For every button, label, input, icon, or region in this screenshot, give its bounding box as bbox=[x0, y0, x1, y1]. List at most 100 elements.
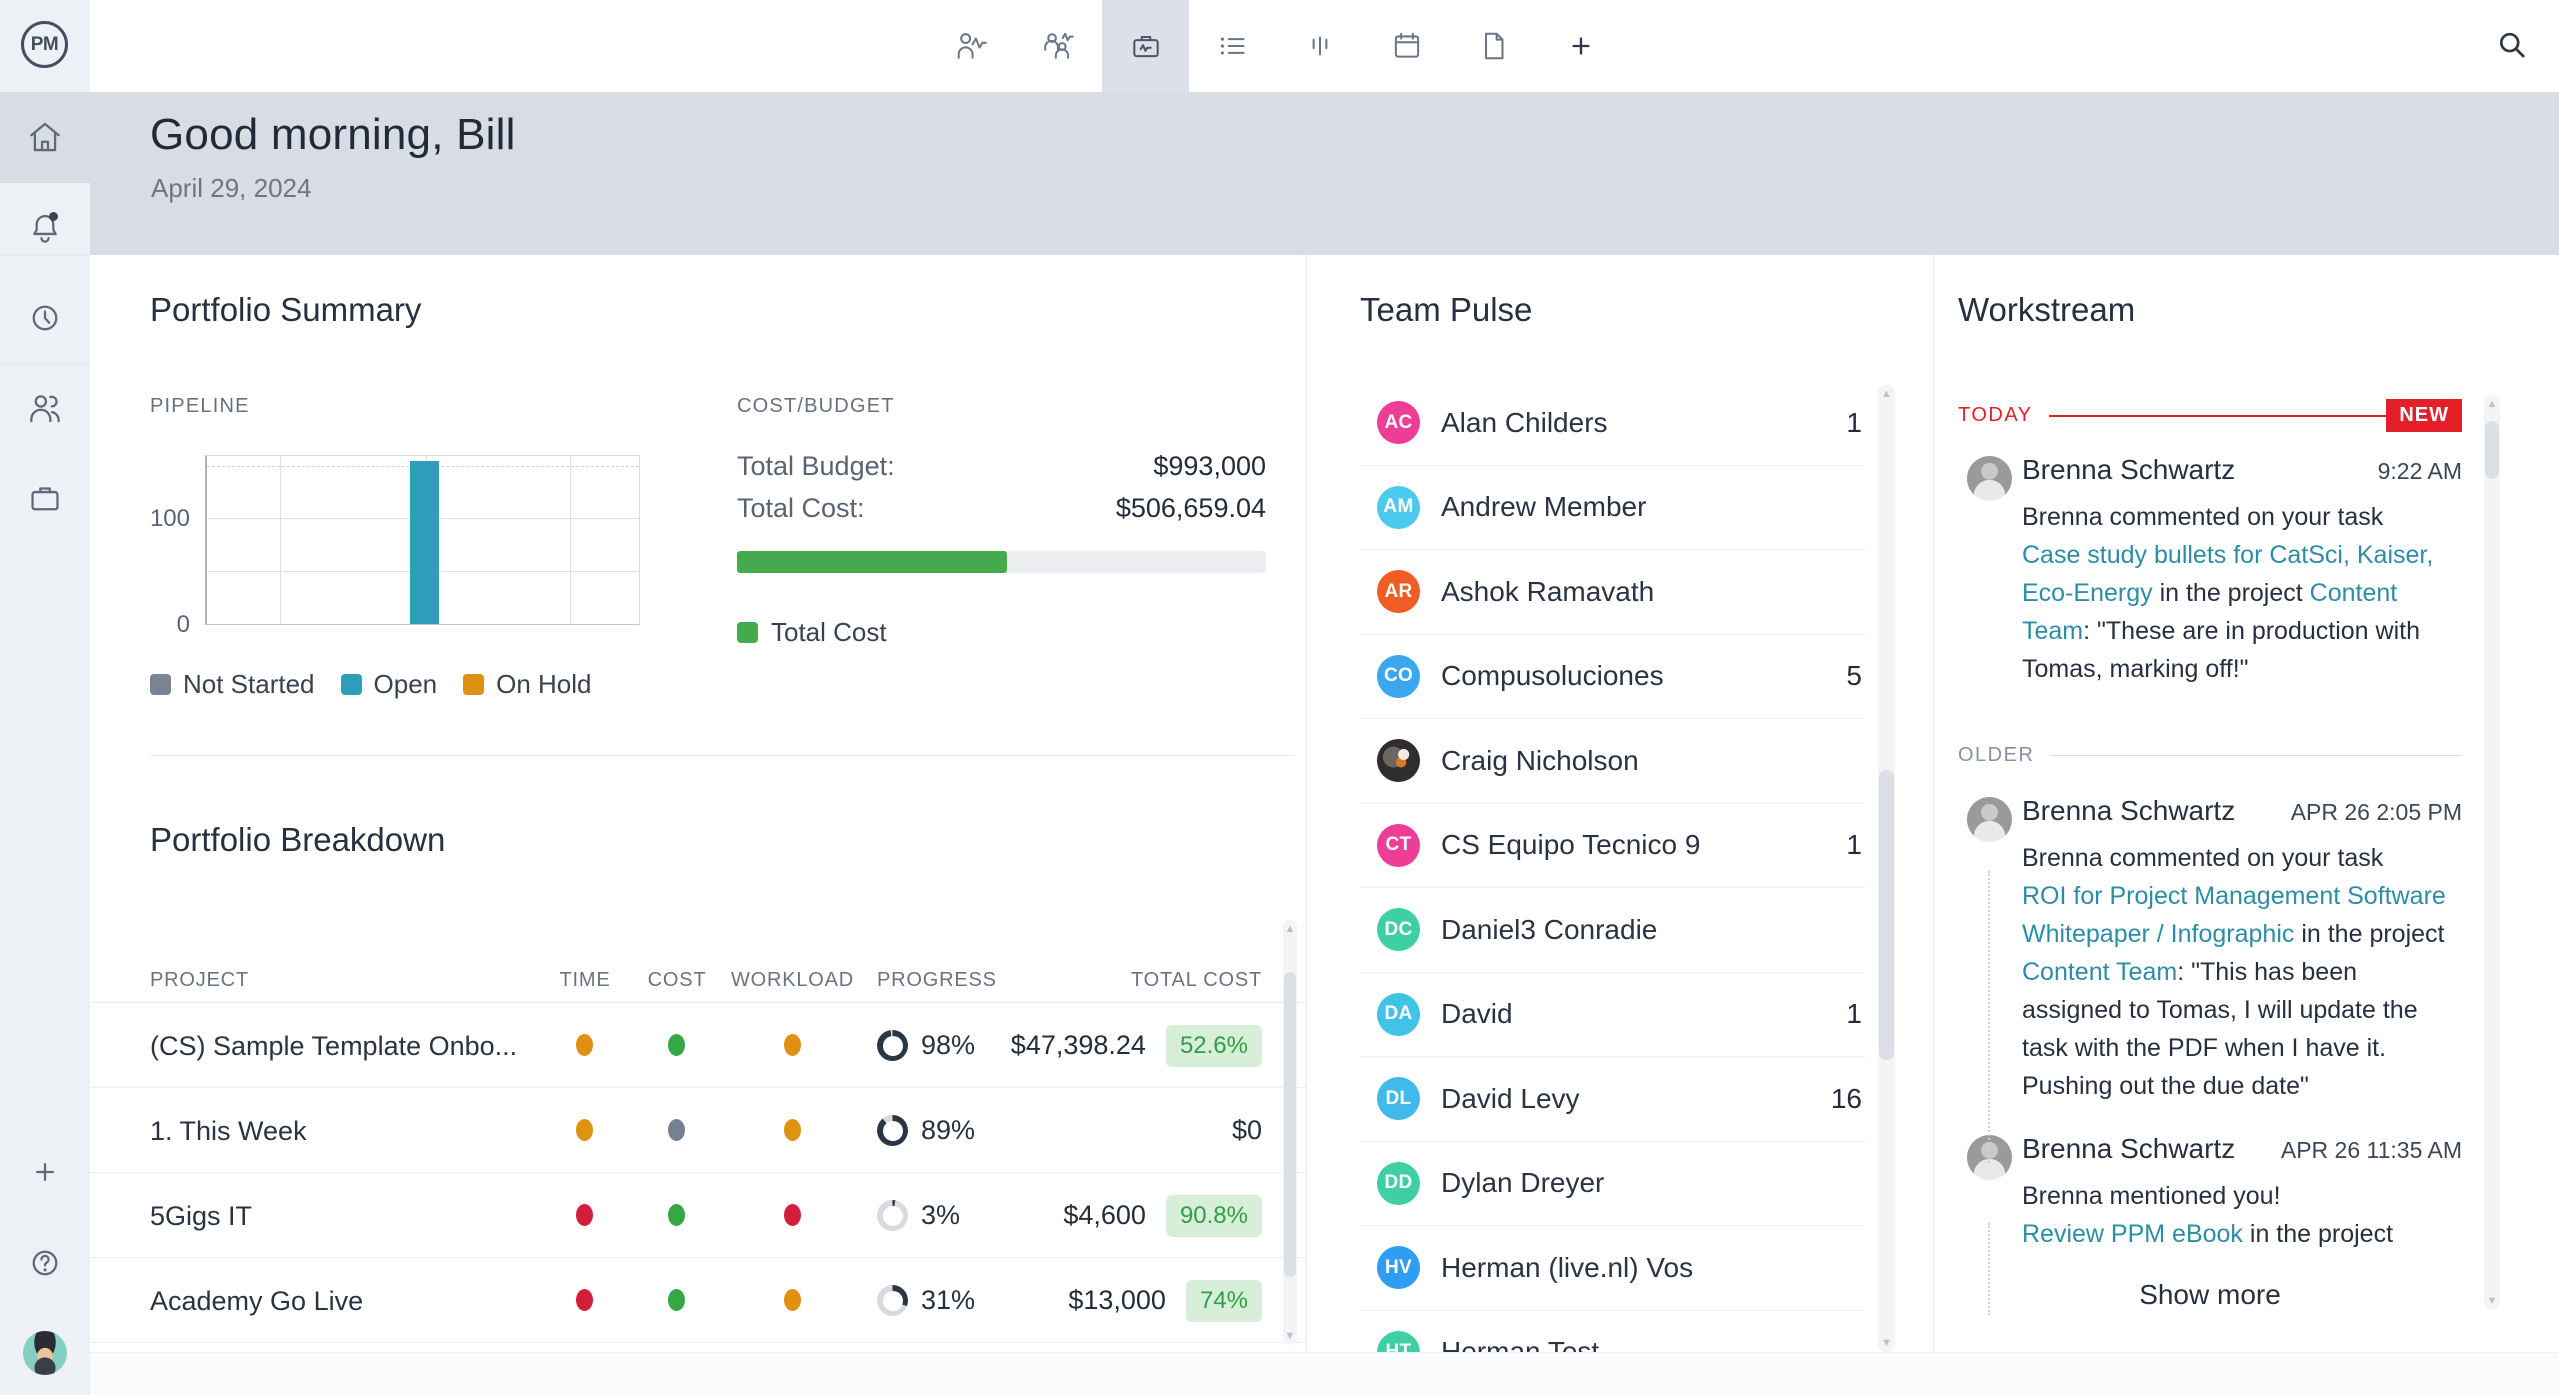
tab-document[interactable] bbox=[1450, 0, 1537, 92]
workstream-entry[interactable]: Brenna Schwartz APR 26 11:35 AM Brenna m… bbox=[1958, 1133, 2462, 1253]
pipeline-chart bbox=[205, 455, 640, 625]
main-content: Portfolio Summary PIPELINE COST/BUDGET 1… bbox=[90, 255, 2559, 1352]
scroll-down-icon[interactable]: ▼ bbox=[1283, 1329, 1297, 1343]
tab-add[interactable] bbox=[1537, 0, 1624, 92]
scroll-up-icon[interactable]: ▲ bbox=[1283, 922, 1297, 936]
scroll-down-icon[interactable]: ▼ bbox=[1878, 1336, 1895, 1350]
team-member-row[interactable]: AR Ashok Ramavath bbox=[1360, 550, 1865, 635]
scrollbar-thumb[interactable] bbox=[2485, 421, 2499, 479]
member-avatar: DC bbox=[1377, 908, 1420, 951]
user-avatar[interactable] bbox=[23, 1331, 67, 1375]
author-avatar bbox=[1967, 797, 2012, 842]
workstream-scrollbar[interactable]: ▲ ▼ bbox=[2484, 395, 2500, 1310]
scrollbar-thumb[interactable] bbox=[1879, 770, 1894, 1060]
open-bar[interactable] bbox=[410, 461, 439, 624]
tab-user-activity[interactable] bbox=[928, 0, 1015, 92]
avatar-initials: DC bbox=[1384, 919, 1412, 941]
team-member-row[interactable]: CO Compusoluciones 5 bbox=[1360, 635, 1865, 720]
pipeline-label: PIPELINE bbox=[150, 395, 250, 418]
workstream-entry[interactable]: Brenna Schwartz APR 26 2:05 PM Brenna co… bbox=[1958, 795, 2462, 1105]
project-name[interactable]: 1. This Week bbox=[150, 1116, 307, 1147]
progress-value: 89% bbox=[921, 1115, 975, 1146]
table-row[interactable]: Academy Go Live 31% $13,000 74% bbox=[90, 1258, 1306, 1343]
timeline-connector bbox=[1988, 871, 1990, 1163]
team-member-row[interactable]: Craig Nicholson bbox=[1360, 719, 1865, 804]
project-name[interactable]: (CS) Sample Template Onbo... bbox=[150, 1031, 517, 1062]
table-row[interactable]: (CS) Sample Template Onbo... 98% $47,398… bbox=[90, 1003, 1306, 1088]
pipeline-legend: Not Started Open On Hold bbox=[150, 669, 592, 700]
team-member-row[interactable]: HT Herman Test bbox=[1360, 1311, 1865, 1353]
task-link[interactable]: ROI for Project Management Software Whit… bbox=[2022, 882, 2446, 948]
sidebar-help-button[interactable] bbox=[23, 1241, 67, 1285]
member-count: 1 bbox=[1846, 998, 1862, 1030]
entry-timestamp: APR 26 2:05 PM bbox=[2291, 799, 2462, 826]
workstream-entry[interactable]: Brenna Schwartz 9:22 AM Brenna commented… bbox=[1958, 454, 2462, 688]
column-header-total-cost[interactable]: TOTAL COST bbox=[1131, 969, 1262, 992]
tab-board[interactable] bbox=[1276, 0, 1363, 92]
search-button[interactable] bbox=[2490, 24, 2534, 68]
workload-status-dot bbox=[784, 1119, 801, 1141]
tab-team-activity[interactable] bbox=[1015, 0, 1102, 92]
sidebar-item-recent[interactable] bbox=[23, 296, 67, 340]
workload-status-dot bbox=[784, 1034, 801, 1056]
task-link[interactable]: Review PPM eBook bbox=[2022, 1220, 2243, 1248]
sidebar-add-button[interactable] bbox=[23, 1150, 67, 1194]
workstream-older-header: OLDER bbox=[1958, 744, 2462, 767]
cost-progress-bar bbox=[737, 551, 1266, 573]
column-header-workload[interactable]: WORKLOAD bbox=[720, 969, 865, 992]
team-member-row[interactable]: DL David Levy 16 bbox=[1360, 1057, 1865, 1142]
sidebar-divider bbox=[0, 363, 90, 364]
total-cost-cell: $4,600 90.8% bbox=[1063, 1173, 1262, 1258]
sidebar-item-team[interactable] bbox=[23, 386, 67, 430]
scroll-up-icon[interactable]: ▲ bbox=[1878, 387, 1895, 401]
scroll-down-icon[interactable]: ▼ bbox=[2484, 1294, 2500, 1308]
tab-portfolio[interactable] bbox=[1102, 0, 1189, 92]
avatar-initials: CO bbox=[1384, 665, 1413, 687]
show-more-button[interactable]: Show more bbox=[1958, 1279, 2462, 1311]
member-count: 1 bbox=[1846, 829, 1862, 861]
time-status-dot bbox=[576, 1034, 593, 1056]
team-pulse-list: AC Alan Childers 1 AM Andrew Member AR A… bbox=[1360, 381, 1865, 1352]
author-name: Brenna Schwartz bbox=[2022, 795, 2235, 827]
bell-icon bbox=[26, 209, 64, 247]
team-member-row[interactable]: HV Herman (live.nl) Vos bbox=[1360, 1226, 1865, 1311]
author-avatar bbox=[1967, 456, 2012, 501]
table-row[interactable]: 5Gigs IT 3% $4,600 90.8% bbox=[90, 1173, 1306, 1258]
sidebar-item-projects[interactable] bbox=[23, 476, 67, 520]
table-scrollbar[interactable]: ▲ ▼ bbox=[1283, 920, 1297, 1345]
team-member-row[interactable]: DD Dylan Dreyer bbox=[1360, 1142, 1865, 1227]
scroll-up-icon[interactable]: ▲ bbox=[2484, 397, 2500, 411]
member-name: Alan Childers bbox=[1441, 407, 1608, 439]
team-member-row[interactable]: AC Alan Childers 1 bbox=[1360, 381, 1865, 466]
workstream-today-header: TODAY NEW bbox=[1958, 399, 2462, 432]
tab-list[interactable] bbox=[1189, 0, 1276, 92]
sidebar-item-notifications[interactable] bbox=[23, 206, 67, 250]
y-axis-tick-100: 100 bbox=[145, 505, 190, 533]
board-columns-icon bbox=[1303, 29, 1337, 63]
legend-swatch bbox=[150, 674, 171, 695]
sidebar-item-home[interactable] bbox=[23, 115, 67, 159]
gridline bbox=[280, 456, 281, 624]
task-link[interactable]: Content Team bbox=[2022, 958, 2177, 986]
scrollbar-thumb[interactable] bbox=[1284, 972, 1296, 1277]
user-activity-icon bbox=[955, 29, 989, 63]
search-icon bbox=[2494, 28, 2530, 64]
workstream-today-entries: Brenna Schwartz 9:22 AM Brenna commented… bbox=[1958, 454, 2462, 688]
tab-calendar[interactable] bbox=[1363, 0, 1450, 92]
project-name[interactable]: 5Gigs IT bbox=[150, 1201, 252, 1232]
column-header-progress[interactable]: PROGRESS bbox=[877, 969, 997, 992]
project-name[interactable]: Academy Go Live bbox=[150, 1286, 363, 1317]
column-header-time[interactable]: TIME bbox=[545, 969, 625, 992]
pm-logo[interactable]: PM bbox=[21, 21, 68, 68]
team-member-row[interactable]: DC Daniel3 Conradie bbox=[1360, 888, 1865, 973]
calendar-icon bbox=[1390, 29, 1424, 63]
total-cost-cell: $13,000 74% bbox=[1068, 1258, 1262, 1343]
table-row[interactable]: 1. This Week 89% $0 bbox=[90, 1088, 1306, 1173]
column-header-project[interactable]: PROJECT bbox=[150, 969, 249, 992]
column-header-cost[interactable]: COST bbox=[637, 969, 717, 992]
member-avatar: DA bbox=[1377, 993, 1420, 1036]
team-member-row[interactable]: CT CS Equipo Tecnico 9 1 bbox=[1360, 804, 1865, 889]
team-member-row[interactable]: DA David 1 bbox=[1360, 973, 1865, 1058]
team-pulse-scrollbar[interactable]: ▲ ▼ bbox=[1878, 385, 1895, 1352]
team-member-row[interactable]: AM Andrew Member bbox=[1360, 466, 1865, 551]
